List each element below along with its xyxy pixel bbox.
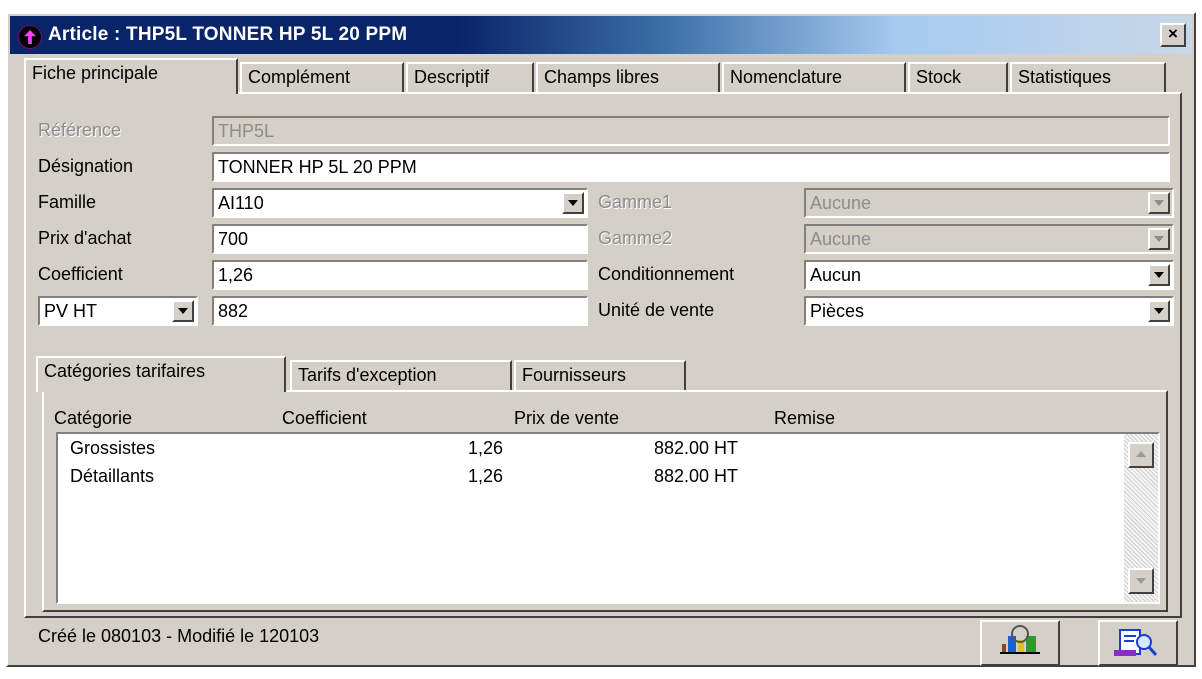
price-type-combo[interactable]: PV HT <box>38 296 198 326</box>
gamme1-combo: Aucune <box>804 188 1174 218</box>
document-magnifier-icon <box>1114 629 1158 656</box>
cell-coefficient: 1,26 <box>468 466 504 486</box>
coefficient-field[interactable]: 1,26 <box>212 260 588 290</box>
tab-tarifs-exception[interactable]: Tarifs d'exception <box>290 360 512 390</box>
tab-stock[interactable]: Stock <box>908 62 1008 92</box>
column-header-remise: Remise <box>774 408 836 428</box>
created-modified-status: Créé le 080103 - Modifié le 120103 <box>38 626 320 646</box>
table-row[interactable]: Grossistes 1,26 882.00 HT <box>58 438 1124 464</box>
conditionnement-value: Aucun <box>810 265 862 285</box>
scroll-down-arrow-icon[interactable] <box>1128 568 1154 594</box>
table-row[interactable]: Détaillants 1,26 882.00 HT <box>58 466 1124 492</box>
famille-value: AI110 <box>218 193 264 213</box>
famille-label: Famille <box>38 192 97 212</box>
tab-fiche-principale[interactable]: Fiche principale <box>24 58 238 94</box>
price-field[interactable]: 882 <box>212 296 588 326</box>
reference-label: Référence <box>38 120 122 140</box>
column-header-prix-de-vente: Prix de vente <box>514 408 620 428</box>
tab-fournisseurs[interactable]: Fournisseurs <box>514 360 686 390</box>
article-window: Article : THP5L TONNER HP 5L 20 PPM × Fi… <box>6 12 1196 667</box>
prix-achat-field[interactable]: 700 <box>212 224 588 254</box>
cell-categorie: Détaillants <box>70 466 155 486</box>
search-document-button[interactable] <box>1098 620 1178 666</box>
reference-field: THP5L <box>212 116 1170 146</box>
designation-field[interactable]: TONNER HP 5L 20 PPM <box>212 152 1170 182</box>
unite-vente-combo[interactable]: Pièces <box>804 296 1174 326</box>
coefficient-label: Coefficient <box>38 264 123 284</box>
prix-achat-label: Prix d'achat <box>38 228 132 248</box>
gamme2-label: Gamme2 <box>598 228 673 248</box>
close-button[interactable]: × <box>1160 23 1186 47</box>
tab-nomenclature[interactable]: Nomenclature <box>722 62 906 92</box>
app-icon <box>18 25 42 49</box>
gamme1-dropdown-arrow-icon <box>1148 192 1170 214</box>
statistics-button[interactable] <box>980 620 1060 666</box>
gamme2-combo: Aucune <box>804 224 1174 254</box>
tab-complement[interactable]: Complément <box>240 62 404 92</box>
tab-categories-tarifaires[interactable]: Catégories tarifaires <box>36 356 286 392</box>
gamme2-value: Aucune <box>810 229 872 249</box>
price-type-dropdown-arrow-icon[interactable] <box>172 300 194 322</box>
gamme1-label: Gamme1 <box>598 192 673 212</box>
conditionnement-combo[interactable]: Aucun <box>804 260 1174 290</box>
cell-prix-de-vente: 882.00 HT <box>654 466 739 486</box>
tab-statistiques[interactable]: Statistiques <box>1010 62 1166 92</box>
tab-descriptif[interactable]: Descriptif <box>406 62 534 92</box>
cell-coefficient: 1,26 <box>468 438 504 458</box>
chart-bars-icon <box>1000 625 1040 654</box>
categories-tarifaires-panel: Catégorie Coefficient Prix de vente Remi… <box>42 390 1168 612</box>
vertical-scrollbar[interactable] <box>1124 434 1158 602</box>
unite-vente-label: Unité de vente <box>598 300 715 320</box>
unite-vente-dropdown-arrow-icon[interactable] <box>1148 300 1170 322</box>
title-bar: Article : THP5L TONNER HP 5L 20 PPM × <box>10 16 1192 54</box>
cell-categorie: Grossistes <box>70 438 156 458</box>
tab-champs-libres[interactable]: Champs libres <box>536 62 720 92</box>
designation-label: Désignation <box>38 156 134 176</box>
scroll-up-arrow-icon[interactable] <box>1128 442 1154 468</box>
conditionnement-dropdown-arrow-icon[interactable] <box>1148 264 1170 286</box>
conditionnement-label: Conditionnement <box>598 264 735 284</box>
gamme1-value: Aucune <box>810 193 872 213</box>
window-title: Article : THP5L TONNER HP 5L 20 PPM <box>48 24 408 45</box>
fiche-principale-panel: Référence THP5L Désignation TONNER HP 5L… <box>24 92 1182 618</box>
cell-prix-de-vente: 882.00 HT <box>654 438 739 458</box>
categories-list[interactable]: Grossistes 1,26 882.00 HT Détaillants 1,… <box>56 432 1160 604</box>
unite-vente-value: Pièces <box>810 301 865 321</box>
gamme2-dropdown-arrow-icon <box>1148 228 1170 250</box>
famille-combo[interactable]: AI110 <box>212 188 588 218</box>
price-type-value: PV HT <box>44 301 98 321</box>
famille-dropdown-arrow-icon[interactable] <box>562 192 584 214</box>
column-header-categorie: Catégorie <box>54 408 133 428</box>
column-header-coefficient: Coefficient <box>282 408 367 428</box>
